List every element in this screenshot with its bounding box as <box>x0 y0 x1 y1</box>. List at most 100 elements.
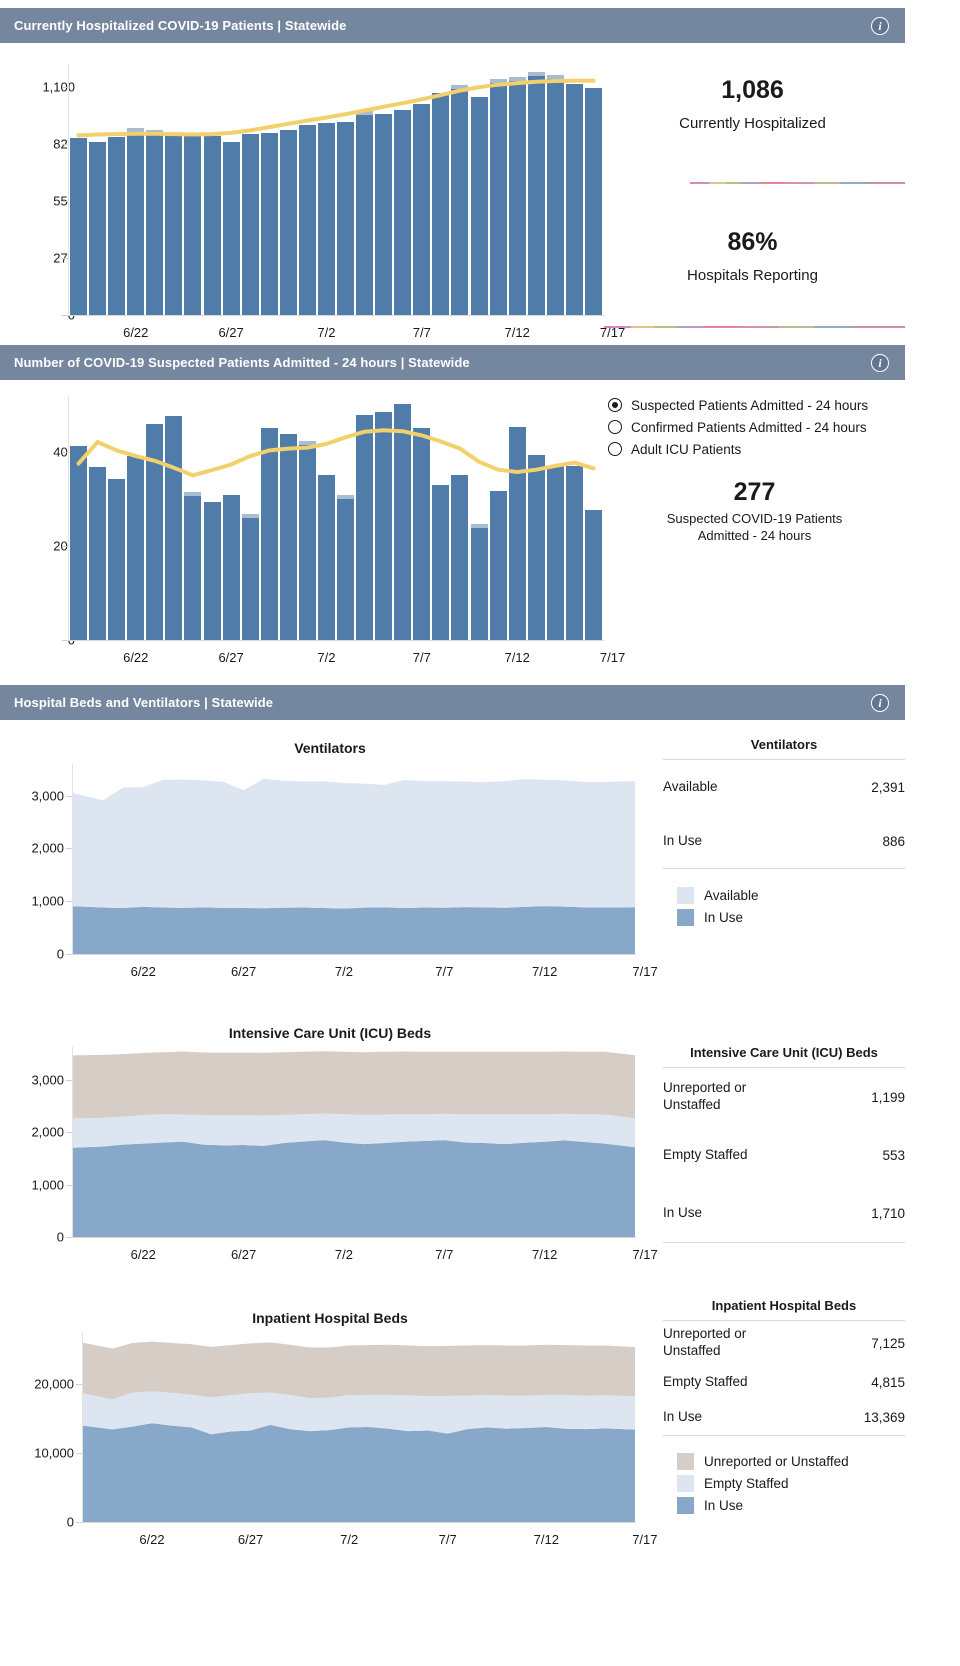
x-tick-label: 6/22 <box>139 1532 165 1547</box>
radio-label: Adult ICU Patients <box>631 441 742 457</box>
divider <box>663 1435 905 1436</box>
stat-title: Intensive Care Unit (ICU) Beds <box>690 1045 878 1060</box>
panel-header-beds-ventilators: Hospital Beds and Ventilators | Statewid… <box>0 685 905 720</box>
legend-swatch-empty-staffed <box>677 1474 694 1492</box>
info-icon[interactable]: i <box>871 353 889 372</box>
stat-label: Unreported or Unstaffed <box>663 1080 747 1112</box>
legend-label: Empty Staffed <box>704 1475 789 1491</box>
legend-swatch-in-use <box>677 1496 694 1514</box>
kpi-label: Hospitals Reporting <box>687 266 818 284</box>
stat-value: 2,391 <box>871 779 905 795</box>
x-tick-label: 7/12 <box>532 964 558 979</box>
radio-label: Suspected Patients Admitted - 24 hours <box>631 397 869 413</box>
legend-item[interactable]: In Use <box>677 1494 905 1516</box>
x-tick-label: 7/2 <box>317 325 336 340</box>
panel1-title: Currently Hospitalized COVID-19 Patients… <box>14 18 347 33</box>
kpi-hospitals-reporting: 86% Hospitals Reporting <box>600 228 905 285</box>
x-tick-label: 7/2 <box>334 964 353 979</box>
kpi-label-line1: Suspected COVID-19 Patients <box>666 510 843 526</box>
subchart-title-icu: Intensive Care Unit (ICU) Beds <box>228 1025 432 1041</box>
area-plot-ventilators <box>73 778 635 954</box>
stat-label: Empty Staffed <box>663 1374 748 1390</box>
x-tick-label: 6/27 <box>218 325 244 340</box>
stat-value: 13,369 <box>863 1410 905 1425</box>
legend-swatch-available <box>677 886 694 904</box>
kpi-currently-hospitalized: 1,086 Currently Hospitalized <box>600 76 905 133</box>
stat-label: Empty Staffed <box>663 1146 748 1162</box>
x-tick-label: 6/27 <box>218 650 244 665</box>
kpi-suspected-admitted: 277 Suspected COVID-19 Patients Admitted… <box>604 478 905 545</box>
stat-title: Ventilators <box>750 737 818 752</box>
area-series[interactable] <box>73 778 635 909</box>
x-tick-label: 7/17 <box>599 650 626 665</box>
stat-label: In Use <box>663 1409 703 1425</box>
dashboard-page: Currently Hospitalized COVID-19 Patients… <box>0 0 960 1666</box>
stat-title: Inpatient Hospital Beds <box>711 1298 857 1313</box>
render-artifact-line-1 <box>690 182 905 184</box>
x-tick-label: 6/22 <box>130 1247 156 1262</box>
x-tick-label: 6/27 <box>237 1532 264 1547</box>
area-plot-inpatient <box>83 1341 635 1522</box>
trend-line-panel1 <box>76 78 596 138</box>
render-artifact-line-2 <box>604 326 905 328</box>
legend-item[interactable]: Empty Staffed <box>677 1472 905 1494</box>
x-tick-label: 7/12 <box>533 1532 559 1547</box>
area-series[interactable] <box>83 1341 635 1400</box>
x-tick-label: 7/12 <box>532 1247 558 1262</box>
stat-table-ventilators: Ventilators Available 2,391 In Use 886 A… <box>663 737 905 928</box>
legend-label: In Use <box>704 1497 744 1513</box>
stat-label: Available <box>663 778 718 794</box>
area-series[interactable] <box>73 1140 635 1237</box>
legend-label: In Use <box>704 909 744 925</box>
x-tick-label: 6/27 <box>230 964 257 979</box>
kpi-value: 86% <box>727 228 778 256</box>
stat-label: Unreported or Unstaffed <box>663 1326 747 1358</box>
kpi-value: 277 <box>733 478 776 506</box>
x-tick-label: 7/7 <box>435 1247 454 1262</box>
divider <box>663 1242 905 1243</box>
x-tick-label: 7/17 <box>632 1532 658 1547</box>
area-series[interactable] <box>73 1051 635 1119</box>
area-series[interactable] <box>83 1423 635 1522</box>
legend-swatch-in-use <box>677 908 694 926</box>
radio-confirmed-admitted[interactable]: Confirmed Patients Admitted - 24 hours <box>608 416 868 438</box>
info-icon[interactable]: i <box>871 693 889 712</box>
x-tick-label: 7/2 <box>317 650 336 665</box>
ventilators-chart: 0 1,000 2,000 3,000 6/22 6/27 7/2 7/7 7/12 7/17 <box>0 762 660 992</box>
info-icon[interactable]: i <box>871 16 889 35</box>
trend-line-panel2 <box>76 428 596 478</box>
legend-inpatient: Unreported or Unstaffed Empty Staffed In… <box>677 1450 905 1516</box>
legend-item[interactable]: Available <box>677 884 905 906</box>
admitted-chart: 0200400 6/226/277/27/77/127/17 <box>0 390 625 675</box>
x-tick-label: 7/7 <box>412 325 431 340</box>
stat-value: 4,815 <box>871 1375 905 1390</box>
trend-line <box>76 428 596 478</box>
radio-dot-icon <box>608 398 622 412</box>
legend-item[interactable]: In Use <box>677 906 905 928</box>
stat-table-inpatient: Inpatient Hospital Beds Unreported or Un… <box>663 1298 905 1516</box>
stat-row: Unreported or Unstaffed 7,125 <box>663 1321 905 1365</box>
subchart-title-ventilators: Ventilators <box>294 740 366 756</box>
area-series[interactable] <box>73 906 635 954</box>
kpi-value: 1,086 <box>721 76 784 104</box>
x-tick-label: 6/22 <box>123 650 149 665</box>
x-tick-label: 7/7 <box>412 650 431 665</box>
radio-adult-icu-patients[interactable]: Adult ICU Patients <box>608 438 868 460</box>
metric-radio-group[interactable]: Suspected Patients Admitted - 24 hours C… <box>608 394 868 460</box>
icu-beds-chart: 0 1,000 2,000 3,000 6/22 6/27 7/2 7/7 7/12 7/17 <box>0 1045 660 1275</box>
stat-value: 1,199 <box>871 1089 905 1105</box>
x-tick-label: 7/2 <box>340 1532 359 1547</box>
x-tick-label: 7/7 <box>435 964 454 979</box>
panel-header-admitted: Number of COVID-19 Suspected Patients Ad… <box>0 345 905 380</box>
legend-label: Unreported or Unstaffed <box>704 1453 849 1469</box>
legend-label: Available <box>704 887 759 903</box>
x-tick-label: 7/2 <box>334 1247 353 1262</box>
stat-row: In Use 1,710 <box>663 1184 905 1242</box>
divider <box>663 868 905 869</box>
panel3-title: Hospital Beds and Ventilators | Statewid… <box>14 695 274 710</box>
inpatient-beds-chart: 0 10,000 20,000 6/22 6/27 7/2 7/7 7/12 7/17 <box>0 1330 660 1560</box>
x-tick-label: 7/12 <box>504 325 530 340</box>
radio-suspected-admitted[interactable]: Suspected Patients Admitted - 24 hours <box>608 394 868 416</box>
stat-label: In Use <box>663 1204 703 1220</box>
legend-item[interactable]: Unreported or Unstaffed <box>677 1450 905 1472</box>
